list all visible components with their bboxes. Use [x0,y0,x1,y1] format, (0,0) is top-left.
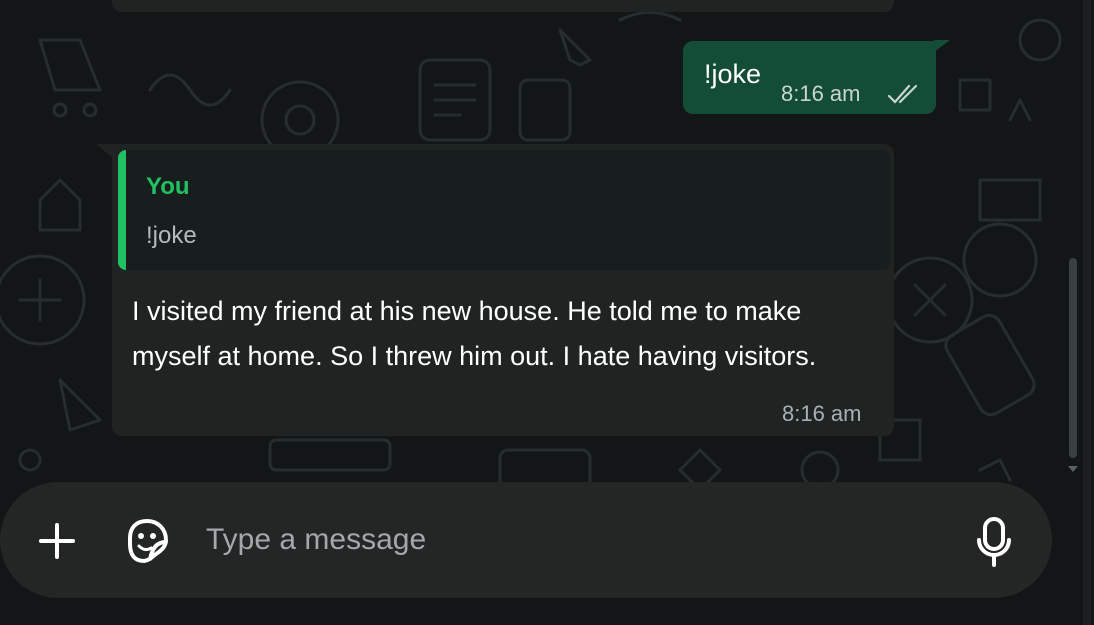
outgoing-message-bubble[interactable]: !joke 8:16 am [683,41,936,114]
quote-accent-bar [118,150,126,270]
double-check-read-icon [887,84,918,104]
incoming-message-time: 8:16 am [782,401,862,426]
quoted-message-author: You [146,173,190,200]
window-scrollbar-track[interactable] [1083,0,1091,625]
chat-panel: !joke 8:16 am You !joke I visited my fri… [0,0,1094,625]
incoming-bubble-tail [96,144,113,158]
plus-icon[interactable] [36,520,78,562]
quoted-message[interactable]: You !joke [118,150,890,270]
outgoing-bubble-tail [934,40,950,52]
quoted-message-text: !joke [146,222,197,249]
sticker-icon[interactable] [122,516,172,566]
microphone-icon[interactable] [974,516,1014,568]
chat-scrollbar-thumb[interactable] [1069,258,1077,458]
message-composer [0,482,1052,598]
outgoing-message-time: 8:16 am [781,81,861,106]
incoming-message-text: I visited my friend at his new house. He… [132,296,817,371]
incoming-message-bubble[interactable]: You !joke I visited my friend at his new… [112,144,894,436]
previous-message-bubble [112,0,894,12]
outgoing-message-text: !joke [704,59,762,89]
scroll-down-arrow-icon[interactable] [1068,466,1078,472]
message-input[interactable] [206,518,936,562]
